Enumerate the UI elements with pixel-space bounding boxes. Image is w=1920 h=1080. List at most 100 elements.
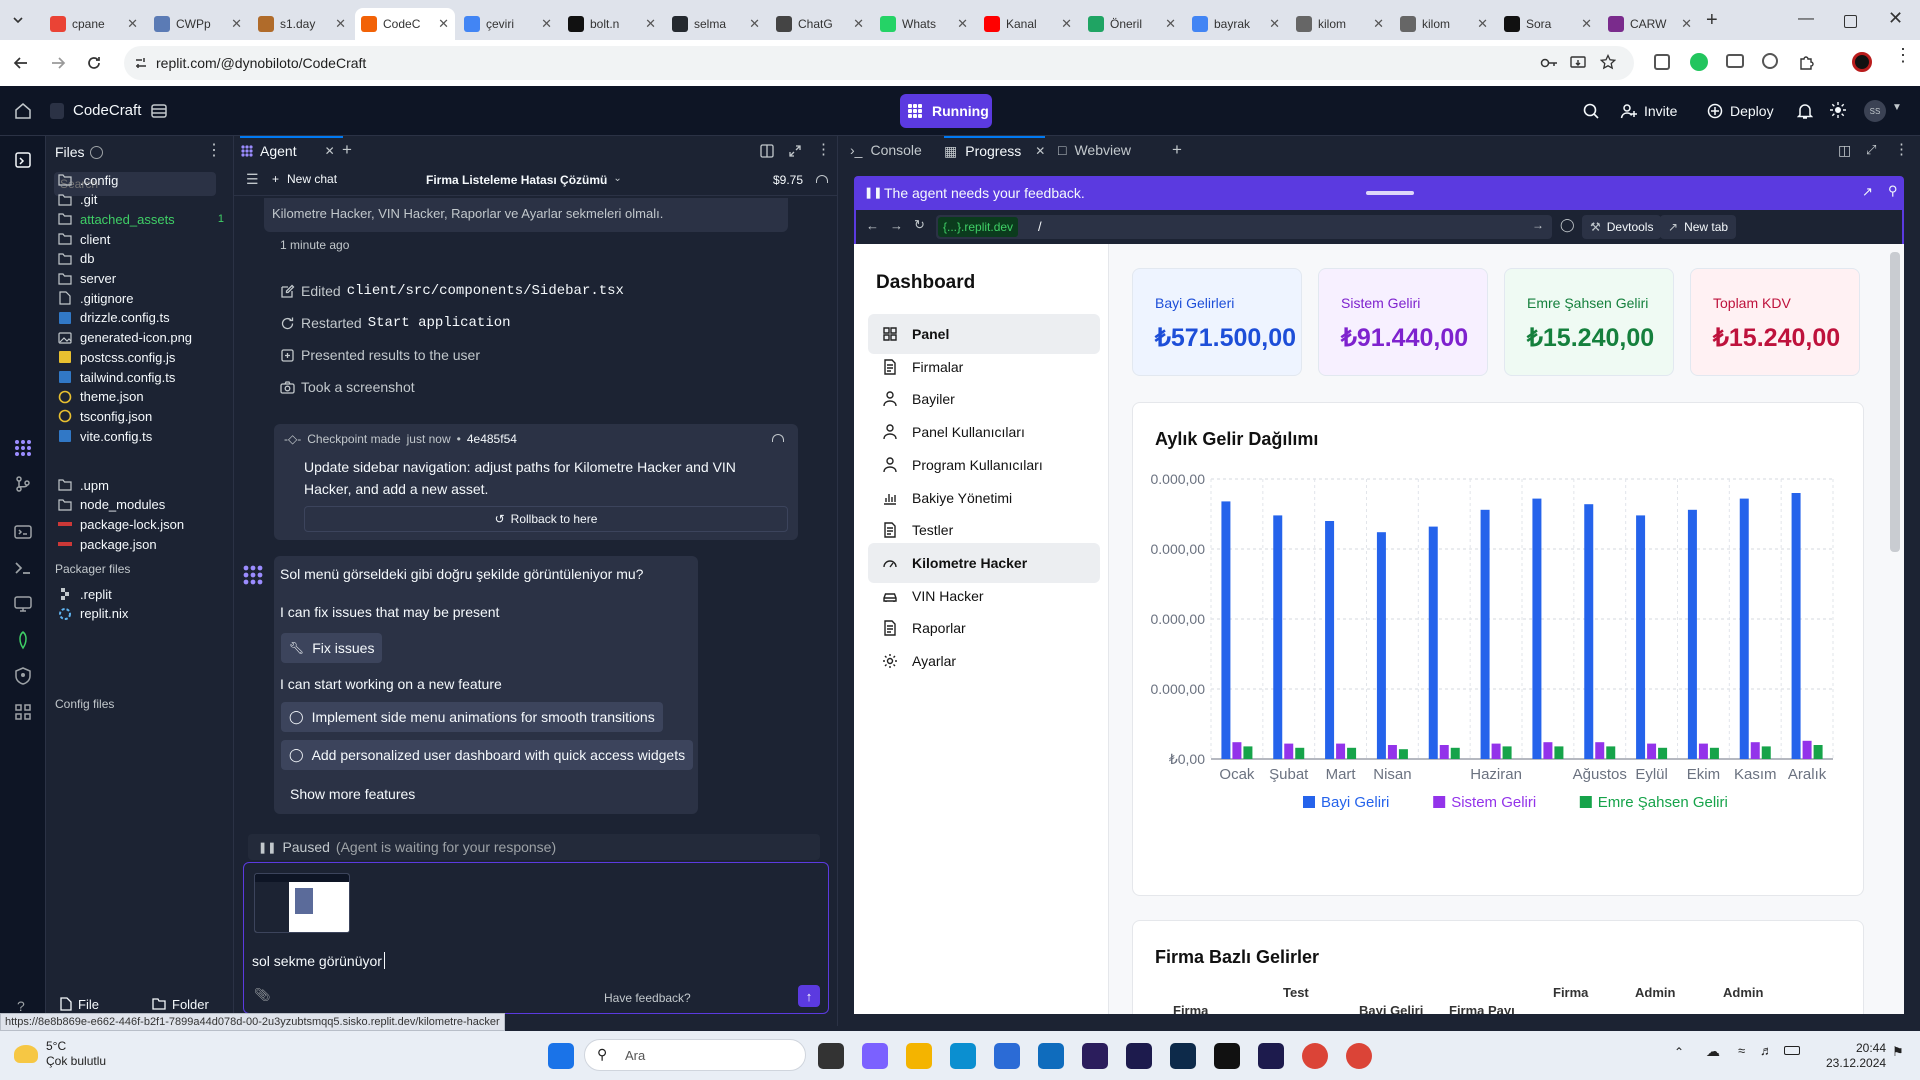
browser-tab[interactable]: çeviri ✕ <box>458 8 558 40</box>
bar-emre-şahsen-geliri[interactable] <box>1761 746 1771 759</box>
close-tab-icon[interactable]: ✕ <box>1681 16 1692 32</box>
legend-label[interactable]: Bayi Geliri <box>1321 794 1389 811</box>
split-pane-icon[interactable] <box>760 144 774 158</box>
password-key-icon[interactable] <box>1540 55 1558 71</box>
bar-sistem-geliri[interactable] <box>1647 743 1657 759</box>
browser-tab[interactable]: kilom ✕ <box>1290 8 1390 40</box>
chat-history-icon[interactable]: ☰ <box>246 171 259 188</box>
file-tree-item[interactable]: .config <box>58 169 224 191</box>
legend-label[interactable]: Sistem Geliri <box>1451 794 1536 811</box>
add-tab-icon[interactable]: + <box>342 140 352 160</box>
tab-search-button[interactable] <box>10 12 28 30</box>
browser-tab[interactable]: ChatG ✕ <box>770 8 870 40</box>
bar-emre-şahsen-geliri[interactable] <box>1709 747 1719 759</box>
usage-cost[interactable]: $9.75 <box>773 173 803 187</box>
files-menu-icon[interactable]: ⋮ <box>206 140 222 160</box>
extension-icon[interactable] <box>1762 53 1778 69</box>
go-arrow-icon[interactable]: → <box>1532 218 1544 232</box>
new-tab-button[interactable]: + <box>1706 9 1718 32</box>
database-icon[interactable] <box>13 630 33 650</box>
file-tree-item[interactable]: tailwind.config.ts <box>58 366 224 388</box>
close-tab-icon[interactable]: ✕ <box>853 16 864 32</box>
webview-icon[interactable] <box>13 594 33 614</box>
file-tree-item[interactable]: tsconfig.json <box>58 405 224 427</box>
bell-icon[interactable] <box>1797 102 1813 120</box>
drag-handle[interactable] <box>1366 191 1414 195</box>
file-tree-item[interactable]: .upm <box>58 474 224 496</box>
reload-icon[interactable] <box>86 55 102 71</box>
close-tab-icon[interactable]: ✕ <box>127 16 138 32</box>
new-chat-button[interactable]: + New chat <box>272 172 337 186</box>
close-tab-icon[interactable]: ✕ <box>1269 16 1280 32</box>
help-icon[interactable]: ? <box>17 998 25 1014</box>
browser-tab[interactable]: kilom ✕ <box>1394 8 1494 40</box>
browser-tab[interactable]: Kanal ✕ <box>978 8 1078 40</box>
bar-bayi-geliri[interactable] <box>1273 515 1283 759</box>
usage-gauge-icon[interactable] <box>816 175 828 183</box>
feature-suggestion-1[interactable]: ◯ Implement side menu animations for smo… <box>281 702 663 732</box>
close-tab-icon[interactable]: ✕ <box>325 144 335 158</box>
close-tab-icon[interactable]: ✕ <box>1061 16 1072 32</box>
file-tree-item[interactable]: .gitignore <box>58 287 224 309</box>
tab-agent[interactable]: Agent ✕ <box>240 136 343 164</box>
start-icon[interactable] <box>548 1043 574 1069</box>
webview-forward-icon[interactable]: → <box>890 218 903 233</box>
action-restarted[interactable]: Restarted Start application <box>280 315 511 331</box>
battery-icon[interactable] <box>1784 1046 1800 1055</box>
bar-emre-şahsen-geliri[interactable] <box>1606 746 1616 759</box>
taskbar-search[interactable]: ⚲ Ara <box>584 1039 806 1071</box>
clock[interactable]: 20:44 23.12.2024 <box>1826 1041 1886 1071</box>
close-tab-icon[interactable]: ✕ <box>335 16 346 32</box>
webview-back-icon[interactable]: ← <box>866 218 879 233</box>
extension-green-icon[interactable] <box>1690 53 1708 71</box>
pane-menu-icon[interactable]: ⋮ <box>1894 140 1909 158</box>
install-app-icon[interactable] <box>1570 55 1586 71</box>
browser-tab[interactable]: Öneril ✕ <box>1082 8 1182 40</box>
bar-emre-şahsen-geliri[interactable] <box>1813 745 1823 759</box>
close-tab-icon[interactable]: ✕ <box>1035 144 1045 158</box>
legend-label[interactable]: Emre Şahsen Geliri <box>1598 794 1728 811</box>
browser-tab[interactable]: CodeC ✕ <box>355 8 455 40</box>
deploy-button[interactable]: Deploy <box>1706 96 1774 126</box>
bar-bayi-geliri[interactable] <box>1584 504 1594 759</box>
store-icon[interactable] <box>994 1043 1020 1069</box>
media-encoder-icon[interactable] <box>1126 1043 1152 1069</box>
attached-screenshot-thumbnail[interactable] <box>254 873 350 933</box>
bar-bayi-geliri[interactable] <box>1739 498 1749 759</box>
bookmark-star-icon[interactable] <box>1600 54 1616 70</box>
browser-tab[interactable]: CWPp ✕ <box>148 8 248 40</box>
bar-sistem-geliri[interactable] <box>1543 742 1553 759</box>
browser-tab[interactable]: CARW ✕ <box>1602 8 1698 40</box>
file-tree-item[interactable]: .git <box>58 189 224 211</box>
extension-icon[interactable] <box>1654 54 1670 70</box>
close-tab-icon[interactable]: ✕ <box>541 16 552 32</box>
address-bar[interactable]: replit.com/@dynobiloto/CodeCraft <box>124 46 1634 80</box>
close-tab-icon[interactable]: ✕ <box>1581 16 1592 32</box>
chrome-icon[interactable] <box>1302 1043 1328 1069</box>
show-more-features-button[interactable]: Show more features <box>290 786 415 802</box>
popout-icon[interactable]: ↗ <box>1862 184 1873 200</box>
file-tree-item[interactable]: drizzle.config.ts <box>58 307 224 329</box>
bar-bayi-geliri[interactable] <box>1376 532 1386 759</box>
fix-issues-button[interactable]: 🔧︎ Fix issues <box>281 633 383 663</box>
bar-sistem-geliri[interactable] <box>1802 740 1812 759</box>
tab-console[interactable]: ›_ Console <box>850 142 922 158</box>
bar-sistem-geliri[interactable] <box>1491 743 1501 759</box>
bar-bayi-geliri[interactable] <box>1480 509 1490 759</box>
bar-bayi-geliri[interactable] <box>1325 521 1335 759</box>
file-tree-item[interactable]: generated-icon.png <box>58 327 224 349</box>
weather-widget[interactable]: 5°C Çok bulutlu <box>14 1039 106 1069</box>
browser-menu-icon[interactable]: ⋮ <box>1894 46 1912 64</box>
tab-progress[interactable]: ▦ Progress ✕ <box>944 136 1046 164</box>
packager-section-title[interactable]: Packager files <box>55 562 130 576</box>
photoshop-icon[interactable] <box>1170 1043 1196 1069</box>
maximize-button[interactable] <box>1844 15 1857 28</box>
bar-bayi-geliri[interactable] <box>1687 509 1697 759</box>
chat-title-dropdown[interactable]: Firma Listeleme Hatası Çözümü ⌄ <box>426 173 622 187</box>
new-tab-button[interactable]: ↗ New tab <box>1660 215 1737 239</box>
bar-bayi-geliri[interactable] <box>1428 526 1438 759</box>
file-tree-item[interactable]: postcss.config.js <box>58 346 224 368</box>
config-section-title[interactable]: Config files <box>55 697 114 711</box>
maximize-pane-icon[interactable] <box>788 144 802 158</box>
git-icon[interactable] <box>13 474 33 494</box>
